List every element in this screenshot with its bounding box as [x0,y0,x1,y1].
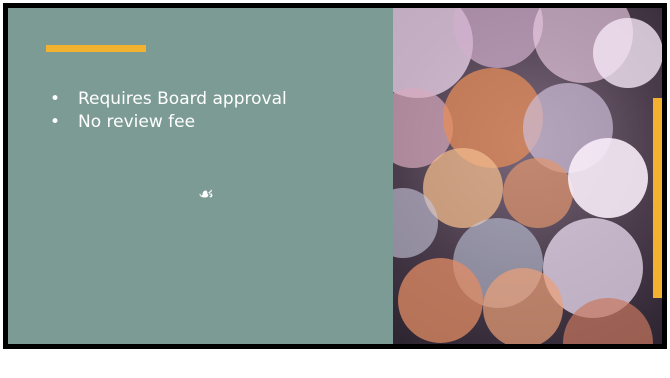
side-accent-bar [653,98,662,298]
bullet-item: • No review fee [48,111,287,134]
bokeh-light [483,268,563,344]
bullet-text: Requires Board approval [78,89,287,109]
bullet-list: • Requires Board approval • No review fe… [48,88,287,134]
bullet-icon: • [49,89,61,109]
bokeh-light [398,258,483,343]
title-accent-bar [46,45,146,52]
bokeh-photo [393,8,662,344]
bullet-icon: • [49,112,61,132]
slide: • Requires Board approval • No review fe… [3,3,667,349]
bokeh-light [568,138,648,218]
bokeh-light [503,158,573,228]
content-panel: • Requires Board approval • No review fe… [8,8,393,344]
flourish-icon: ☙ [198,184,215,205]
bokeh-light [593,18,662,88]
bullet-item: • Requires Board approval [48,88,287,111]
bullet-text: No review fee [78,112,196,132]
